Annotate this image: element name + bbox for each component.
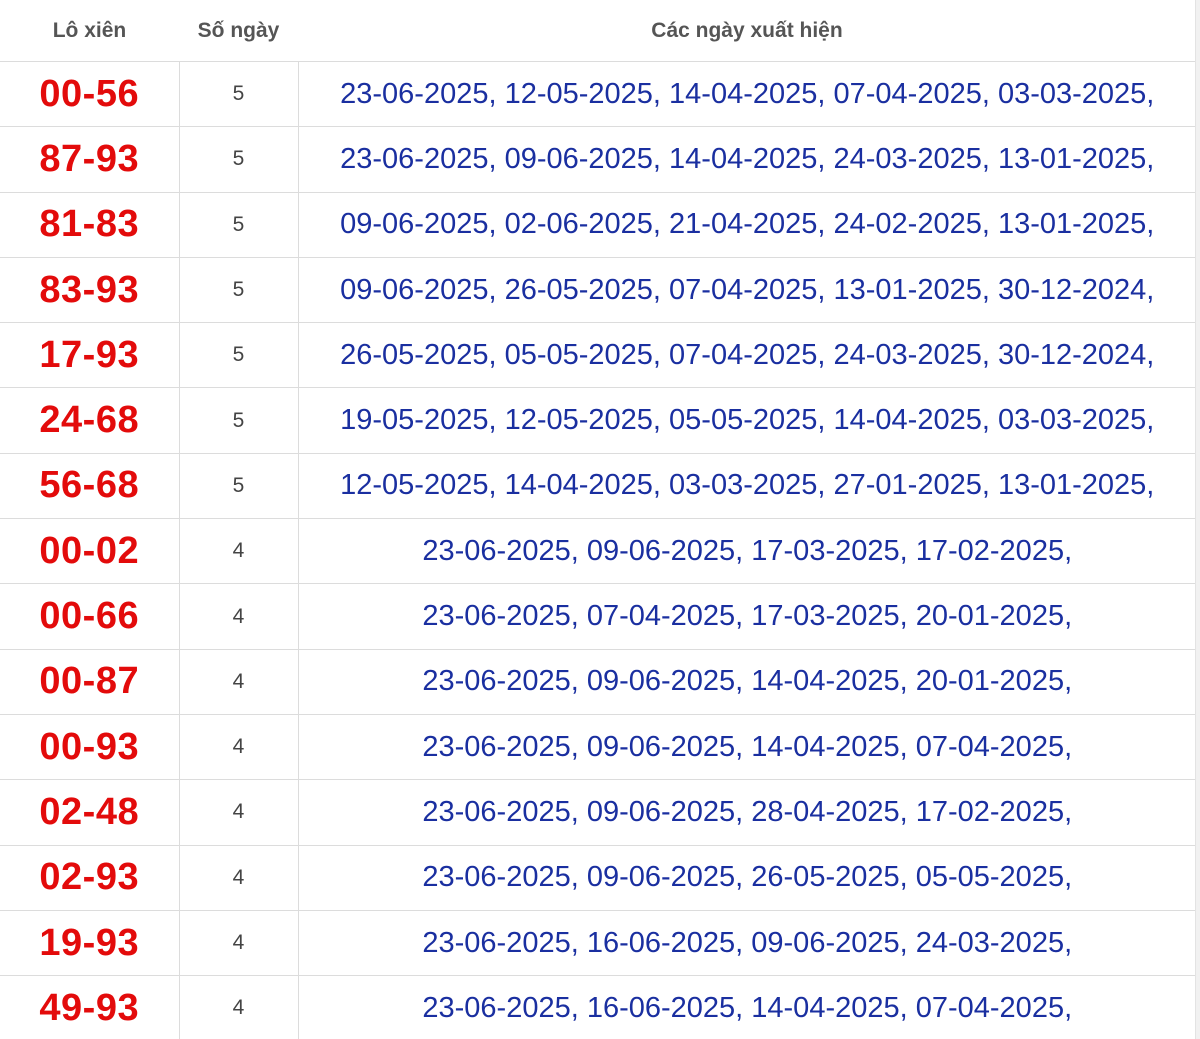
pair-cell: 87-93 xyxy=(0,126,180,193)
count-cell: 4 xyxy=(179,583,299,650)
dates-cell: 23-06-2025, 09-06-2025, 26-05-2025, 05-0… xyxy=(298,845,1196,911)
pair-cell: 49-93 xyxy=(0,975,180,1039)
table-row: 00-93 4 23-06-2025, 09-06-2025, 14-04-20… xyxy=(0,714,1196,781)
header-pair: Lô xiên xyxy=(0,0,179,62)
table-row: 56-68 5 12-05-2025, 14-04-2025, 03-03-20… xyxy=(0,453,1196,520)
pair-cell: 00-87 xyxy=(0,649,180,715)
pair-cell: 81-83 xyxy=(0,192,180,258)
table-row: 02-48 4 23-06-2025, 09-06-2025, 28-04-20… xyxy=(0,779,1196,846)
dates-cell: 23-06-2025, 16-06-2025, 09-06-2025, 24-0… xyxy=(298,910,1196,977)
table-row: 00-66 4 23-06-2025, 07-04-2025, 17-03-20… xyxy=(0,583,1196,650)
count-cell: 4 xyxy=(179,714,299,781)
table-row: 19-93 4 23-06-2025, 16-06-2025, 09-06-20… xyxy=(0,910,1196,977)
count-cell: 4 xyxy=(179,518,299,585)
table-row: 49-93 4 23-06-2025, 16-06-2025, 14-04-20… xyxy=(0,975,1196,1039)
pair-cell: 00-66 xyxy=(0,583,180,650)
dates-cell: 23-06-2025, 12-05-2025, 14-04-2025, 07-0… xyxy=(298,61,1196,128)
table-row: 00-02 4 23-06-2025, 09-06-2025, 17-03-20… xyxy=(0,518,1196,585)
dates-cell: 09-06-2025, 02-06-2025, 21-04-2025, 24-0… xyxy=(298,192,1196,258)
dates-cell: 23-06-2025, 16-06-2025, 14-04-2025, 07-0… xyxy=(298,975,1196,1039)
count-cell: 4 xyxy=(179,649,299,715)
count-cell: 4 xyxy=(179,779,299,846)
count-cell: 5 xyxy=(179,61,299,128)
count-cell: 4 xyxy=(179,845,299,911)
dates-cell: 19-05-2025, 12-05-2025, 05-05-2025, 14-0… xyxy=(298,387,1196,454)
stats-page: Lô xiên Số ngày Các ngày xuất hiện 00-56… xyxy=(0,0,1200,1039)
pair-cell: 24-68 xyxy=(0,387,180,454)
table-row: 00-56 5 23-06-2025, 12-05-2025, 14-04-20… xyxy=(0,61,1196,128)
header-count: Số ngày xyxy=(179,0,298,62)
table-body: 00-56 5 23-06-2025, 12-05-2025, 14-04-20… xyxy=(0,61,1196,1039)
count-cell: 4 xyxy=(179,975,299,1039)
table-header: Lô xiên Số ngày Các ngày xuất hiện xyxy=(0,0,1196,62)
vertical-scrollbar[interactable] xyxy=(1195,0,1200,1039)
table-row: 00-87 4 23-06-2025, 09-06-2025, 14-04-20… xyxy=(0,649,1196,715)
pair-cell: 19-93 xyxy=(0,910,180,977)
count-cell: 5 xyxy=(179,453,299,520)
dates-cell: 26-05-2025, 05-05-2025, 07-04-2025, 24-0… xyxy=(298,322,1196,389)
table-row: 87-93 5 23-06-2025, 09-06-2025, 14-04-20… xyxy=(0,126,1196,193)
pair-cell: 00-56 xyxy=(0,61,180,128)
dates-cell: 12-05-2025, 14-04-2025, 03-03-2025, 27-0… xyxy=(298,453,1196,520)
dates-cell: 23-06-2025, 09-06-2025, 28-04-2025, 17-0… xyxy=(298,779,1196,846)
pair-cell: 02-48 xyxy=(0,779,180,846)
table-row: 02-93 4 23-06-2025, 09-06-2025, 26-05-20… xyxy=(0,845,1196,911)
table-row: 83-93 5 09-06-2025, 26-05-2025, 07-04-20… xyxy=(0,257,1196,324)
pair-cell: 56-68 xyxy=(0,453,180,520)
table-row: 81-83 5 09-06-2025, 02-06-2025, 21-04-20… xyxy=(0,192,1196,258)
dates-cell: 09-06-2025, 26-05-2025, 07-04-2025, 13-0… xyxy=(298,257,1196,324)
table-row: 24-68 5 19-05-2025, 12-05-2025, 05-05-20… xyxy=(0,387,1196,454)
table-row: 17-93 5 26-05-2025, 05-05-2025, 07-04-20… xyxy=(0,322,1196,389)
count-cell: 5 xyxy=(179,257,299,324)
pair-cell: 00-93 xyxy=(0,714,180,781)
pair-cell: 00-02 xyxy=(0,518,180,585)
count-cell: 5 xyxy=(179,387,299,454)
header-dates: Các ngày xuất hiện xyxy=(298,0,1196,62)
count-cell: 4 xyxy=(179,910,299,977)
count-cell: 5 xyxy=(179,322,299,389)
dates-cell: 23-06-2025, 07-04-2025, 17-03-2025, 20-0… xyxy=(298,583,1196,650)
header-row: Lô xiên Số ngày Các ngày xuất hiện xyxy=(0,0,1196,62)
dates-cell: 23-06-2025, 09-06-2025, 17-03-2025, 17-0… xyxy=(298,518,1196,585)
dates-cell: 23-06-2025, 09-06-2025, 14-04-2025, 20-0… xyxy=(298,649,1196,715)
pair-cell: 83-93 xyxy=(0,257,180,324)
pair-cell: 17-93 xyxy=(0,322,180,389)
pair-frequency-table: Lô xiên Số ngày Các ngày xuất hiện 00-56… xyxy=(0,0,1196,1039)
dates-cell: 23-06-2025, 09-06-2025, 14-04-2025, 24-0… xyxy=(298,126,1196,193)
pair-cell: 02-93 xyxy=(0,845,180,911)
count-cell: 5 xyxy=(179,126,299,193)
count-cell: 5 xyxy=(179,192,299,258)
dates-cell: 23-06-2025, 09-06-2025, 14-04-2025, 07-0… xyxy=(298,714,1196,781)
